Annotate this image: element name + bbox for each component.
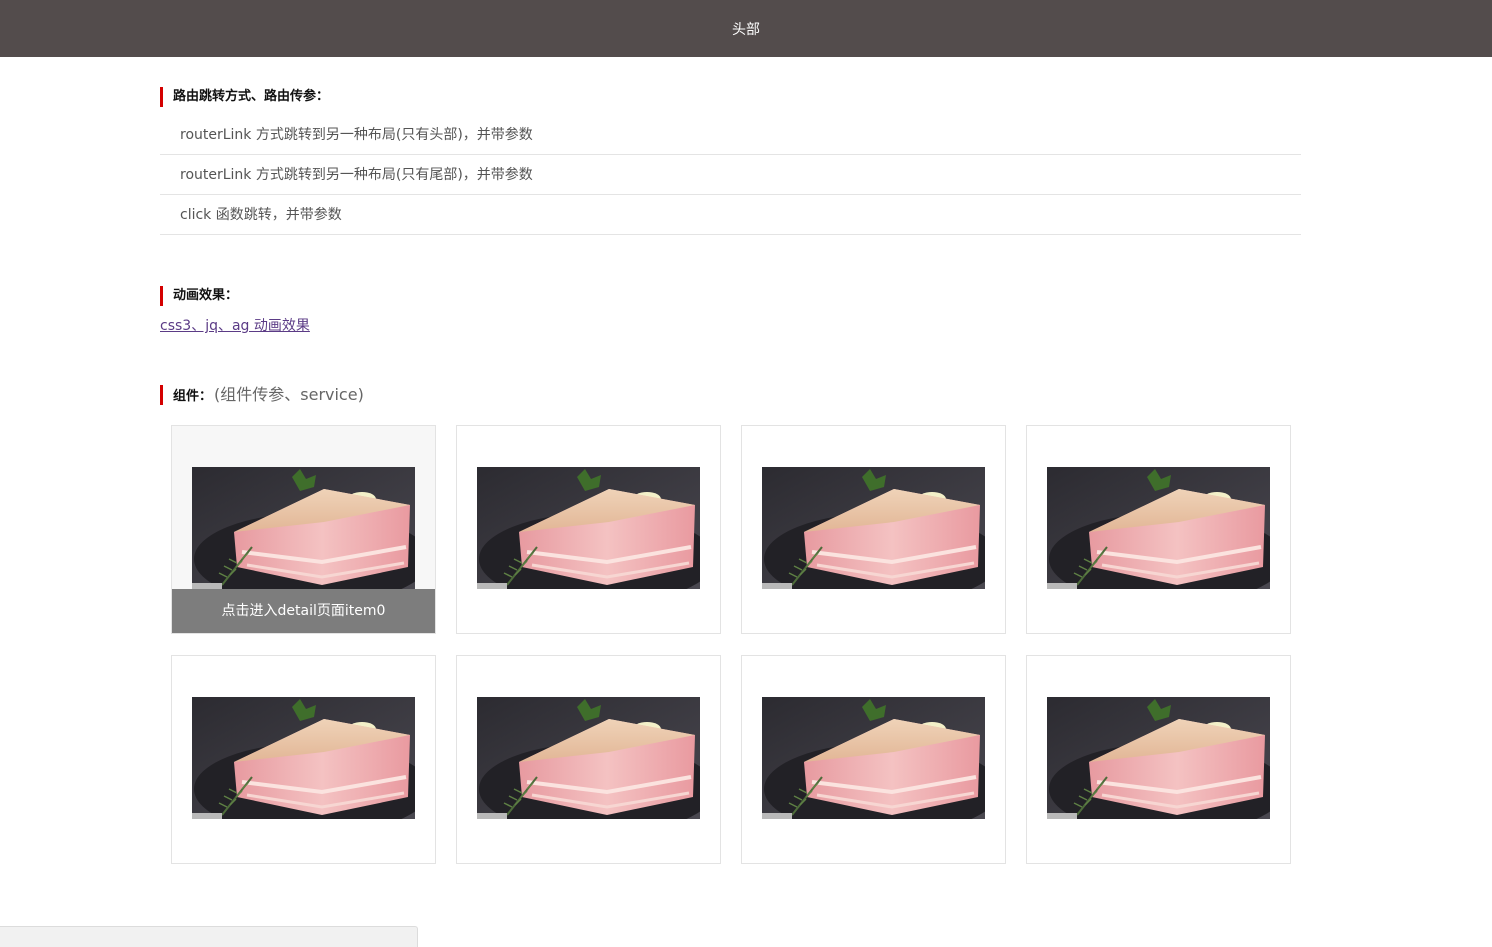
pork-belly-image (1047, 467, 1270, 589)
animation-section-title-text: 动画效果： (173, 288, 239, 303)
pork-belly-image (762, 467, 985, 589)
routing-section-title: 路由跳转方式、路由传参： (160, 87, 329, 107)
pork-belly-image (477, 467, 700, 589)
horizontal-scrollbar[interactable] (0, 926, 418, 947)
component-card[interactable] (741, 655, 1006, 864)
component-card[interactable] (1026, 655, 1291, 864)
component-card[interactable] (456, 655, 721, 864)
pork-belly-image (762, 697, 985, 819)
components-section-title-text: 组件： (173, 389, 213, 404)
component-card[interactable] (741, 425, 1006, 634)
component-card[interactable] (171, 655, 436, 864)
component-card[interactable] (456, 425, 721, 634)
header-title: 头部 (732, 21, 760, 38)
animation-effects-link[interactable]: css3、jq、ag 动画效果 (160, 315, 310, 335)
routing-link-list: routerLink 方式跳转到另一种布局(只有头部)，并带参数 routerL… (160, 115, 1301, 235)
components-section-subtitle: (组件传参、service) (214, 385, 364, 404)
route-link-footer-layout[interactable]: routerLink 方式跳转到另一种布局(只有尾部)，并带参数 (160, 155, 1301, 195)
pork-belly-image (192, 697, 415, 819)
route-link-click-function[interactable]: click 函数跳转，并带参数 (160, 195, 1301, 235)
routing-section-title-text: 路由跳转方式、路由传参： (173, 89, 330, 104)
animation-section-title: 动画效果： (160, 286, 238, 306)
route-link-header-layout[interactable]: routerLink 方式跳转到另一种布局(只有头部)，并带参数 (160, 115, 1301, 155)
pork-belly-image (477, 697, 700, 819)
components-section-title: 组件： (组件传参、service) (160, 385, 364, 405)
page-header: 头部 (0, 0, 1492, 57)
component-card[interactable]: 点击进入detail页面item0 (171, 425, 436, 634)
card-caption[interactable]: 点击进入detail页面item0 (172, 589, 435, 633)
component-card[interactable] (1026, 425, 1291, 634)
pork-belly-image (192, 467, 415, 589)
pork-belly-image (1047, 697, 1270, 819)
